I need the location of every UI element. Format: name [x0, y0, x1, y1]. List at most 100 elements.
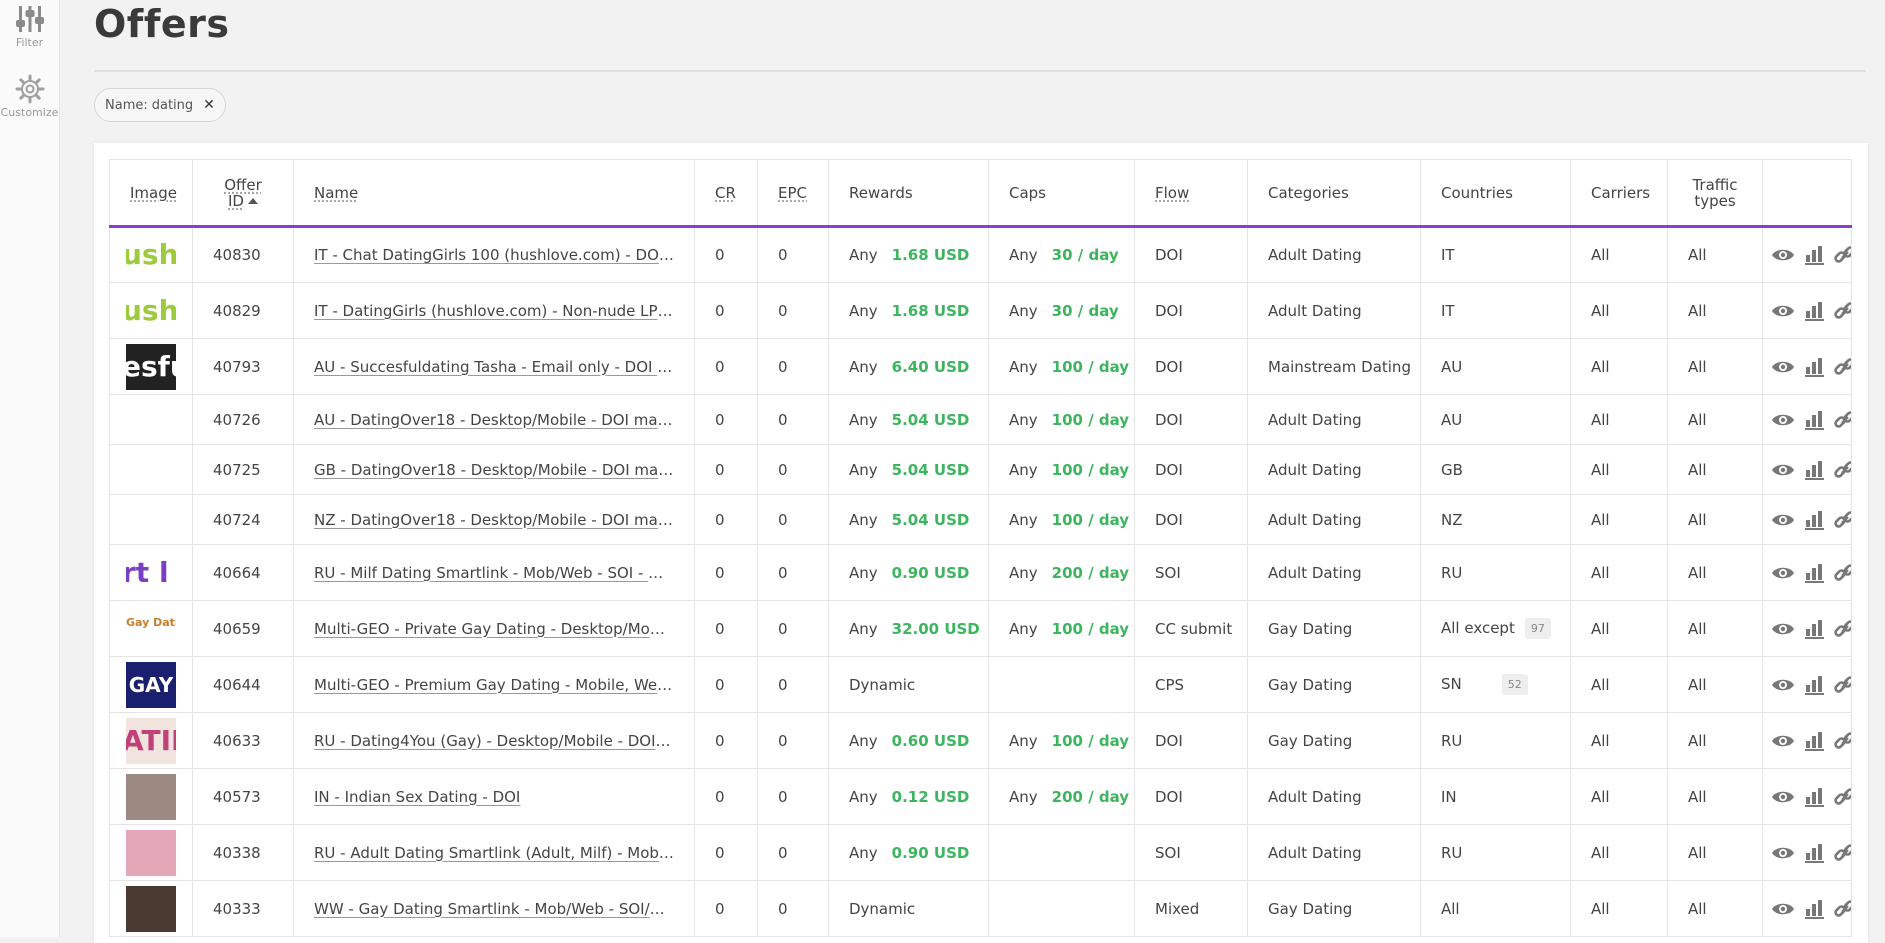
bar-chart-icon[interactable]	[1802, 410, 1826, 430]
eye-icon[interactable]	[1771, 899, 1795, 919]
carriers-cell: All	[1570, 444, 1668, 495]
eye-icon[interactable]	[1771, 675, 1795, 695]
rewards-cell: Any 0.12 USD	[828, 768, 989, 825]
offer-thumbnail: esful	[126, 343, 176, 390]
header-carriers: Carriers	[1570, 159, 1668, 228]
link-icon[interactable]	[1833, 899, 1852, 919]
header-image[interactable]: Image	[109, 159, 193, 228]
link-icon[interactable]	[1833, 301, 1852, 321]
bar-chart-icon[interactable]	[1802, 899, 1826, 919]
eye-icon[interactable]	[1771, 731, 1795, 751]
table-row[interactable]: ush 40829 IT - DatingGirls (hushlove.com…	[109, 282, 1852, 339]
countries-cell: IT	[1420, 282, 1571, 339]
offer-name-link[interactable]: Multi-GEO - Premium Gay Dating - Mobile,…	[314, 676, 674, 694]
link-icon[interactable]	[1833, 357, 1852, 377]
link-icon[interactable]	[1833, 731, 1852, 751]
country-text: NZ	[1441, 510, 1463, 529]
bar-chart-icon[interactable]	[1802, 675, 1826, 695]
bar-chart-icon[interactable]	[1802, 245, 1826, 265]
offer-name-link[interactable]: GB - DatingOver18 - Desktop/Mobile - DOI…	[314, 461, 674, 479]
header-name[interactable]: Name	[293, 159, 695, 228]
offer-name-link[interactable]: NZ - DatingOver18 - Desktop/Mobile - DOI…	[314, 511, 674, 529]
eye-icon[interactable]	[1771, 460, 1795, 480]
customize-button[interactable]: Customize	[0, 74, 59, 119]
flow-cell: DOI	[1134, 394, 1248, 445]
offer-name-link[interactable]: IN - Indian Sex Dating - DOI	[314, 788, 674, 806]
header-flow[interactable]: Flow	[1134, 159, 1248, 228]
bar-chart-icon[interactable]	[1802, 843, 1826, 863]
table-row[interactable]: rt l 40664 RU - Milf Dating Smartlink - …	[109, 544, 1852, 601]
table-row[interactable]: 40338 RU - Adult Dating Smartlink (Adult…	[109, 824, 1852, 881]
link-icon[interactable]	[1833, 619, 1852, 639]
bar-chart-icon[interactable]	[1802, 563, 1826, 583]
header-epc[interactable]: EPC	[757, 159, 829, 228]
traffic-types-cell: All	[1667, 338, 1763, 395]
flow-cell: SOI	[1134, 544, 1248, 601]
caps-cell: Any 100 / day	[988, 338, 1135, 395]
eye-icon[interactable]	[1771, 619, 1795, 639]
offer-name-link[interactable]: IT - Chat DatingGirls 100 (hushlove.com)…	[314, 246, 674, 264]
table-row[interactable]: ush 40830 IT - Chat DatingGirls 100 (hus…	[109, 226, 1852, 283]
offer-name-link[interactable]: AU - DatingOver18 - Desktop/Mobile - DOI…	[314, 411, 674, 429]
filter-label: Filter	[15, 36, 44, 49]
link-icon[interactable]	[1833, 563, 1852, 583]
link-icon[interactable]	[1833, 460, 1852, 480]
table-row[interactable]: 40724 NZ - DatingOver18 - Desktop/Mobile…	[109, 494, 1852, 545]
caps-cell: Any 200 / day	[988, 544, 1135, 601]
filter-chip[interactable]: Name: dating ✕	[94, 88, 226, 122]
cr-cell: 0	[694, 226, 758, 283]
link-icon[interactable]	[1833, 843, 1852, 863]
reward-value: 5.04 USD	[891, 410, 970, 429]
eye-icon[interactable]	[1771, 301, 1795, 321]
link-icon[interactable]	[1833, 245, 1852, 265]
bar-chart-icon[interactable]	[1802, 460, 1826, 480]
countries-count-badge[interactable]: 52	[1501, 674, 1528, 695]
offer-name-link[interactable]: RU - Dating4You (Gay) - Desktop/Mobile -…	[314, 732, 674, 750]
country-text: AU	[1441, 410, 1463, 429]
table-row[interactable]: GAY 40644 Multi-GEO - Premium Gay Dating…	[109, 656, 1852, 713]
caps-cell	[988, 880, 1135, 937]
offer-name-link[interactable]: WW - Gay Dating Smartlink - Mob/Web - SO…	[314, 900, 674, 918]
bar-chart-icon[interactable]	[1802, 619, 1826, 639]
link-icon[interactable]	[1833, 510, 1852, 530]
close-icon[interactable]: ✕	[203, 97, 215, 113]
eye-icon[interactable]	[1771, 357, 1795, 377]
table-row[interactable]: 40333 WW - Gay Dating Smartlink - Mob/We…	[109, 880, 1852, 937]
thumbnail-text: ush	[126, 293, 176, 327]
table-row[interactable]: 40573 IN - Indian Sex Dating - DOI 0 0 A…	[109, 768, 1852, 825]
eye-icon[interactable]	[1771, 843, 1795, 863]
header-traffic-types: Traffic types	[1667, 159, 1763, 228]
epc-cell: 0	[757, 880, 829, 937]
bar-chart-icon[interactable]	[1802, 510, 1826, 530]
offer-name-link[interactable]: AU - Succesfuldating Tasha - Email only …	[314, 358, 674, 376]
eye-icon[interactable]	[1771, 510, 1795, 530]
offer-name-link[interactable]: IT - DatingGirls (hushlove.com) - Non-nu…	[314, 302, 674, 320]
filter-button[interactable]: Filter	[0, 4, 59, 49]
table-row[interactable]: ATING 40633 RU - Dating4You (Gay) - Desk…	[109, 712, 1852, 769]
bar-chart-icon[interactable]	[1802, 731, 1826, 751]
bar-chart-icon[interactable]	[1802, 787, 1826, 807]
table-row[interactable]: esful 40793 AU - Succesfuldating Tasha -…	[109, 338, 1852, 395]
name-cell: AU - Succesfuldating Tasha - Email only …	[293, 338, 695, 395]
table-row[interactable]: 40726 AU - DatingOver18 - Desktop/Mobile…	[109, 394, 1852, 445]
category-cell: Adult Dating	[1247, 394, 1421, 445]
countries-count-badge[interactable]: 97	[1524, 618, 1551, 639]
table-row[interactable]: Gay Dating 40659 Multi-GEO - Private Gay…	[109, 600, 1852, 657]
eye-icon[interactable]	[1771, 563, 1795, 583]
flow-cell: DOI	[1134, 712, 1248, 769]
offer-name-link[interactable]: RU - Adult Dating Smartlink (Adult, Milf…	[314, 844, 674, 862]
link-icon[interactable]	[1833, 410, 1852, 430]
eye-icon[interactable]	[1771, 245, 1795, 265]
link-icon[interactable]	[1833, 787, 1852, 807]
bar-chart-icon[interactable]	[1802, 357, 1826, 377]
eye-icon[interactable]	[1771, 787, 1795, 807]
offer-name-link[interactable]: RU - Milf Dating Smartlink - Mob/Web - S…	[314, 564, 674, 582]
bar-chart-icon[interactable]	[1802, 301, 1826, 321]
countries-cell: GB	[1420, 444, 1571, 495]
header-cr[interactable]: CR	[694, 159, 758, 228]
offer-name-link[interactable]: Multi-GEO - Private Gay Dating - Desktop…	[314, 620, 674, 638]
link-icon[interactable]	[1833, 675, 1852, 695]
header-offer-id[interactable]: Offer ID	[192, 159, 294, 228]
table-row[interactable]: 40725 GB - DatingOver18 - Desktop/Mobile…	[109, 444, 1852, 495]
eye-icon[interactable]	[1771, 410, 1795, 430]
